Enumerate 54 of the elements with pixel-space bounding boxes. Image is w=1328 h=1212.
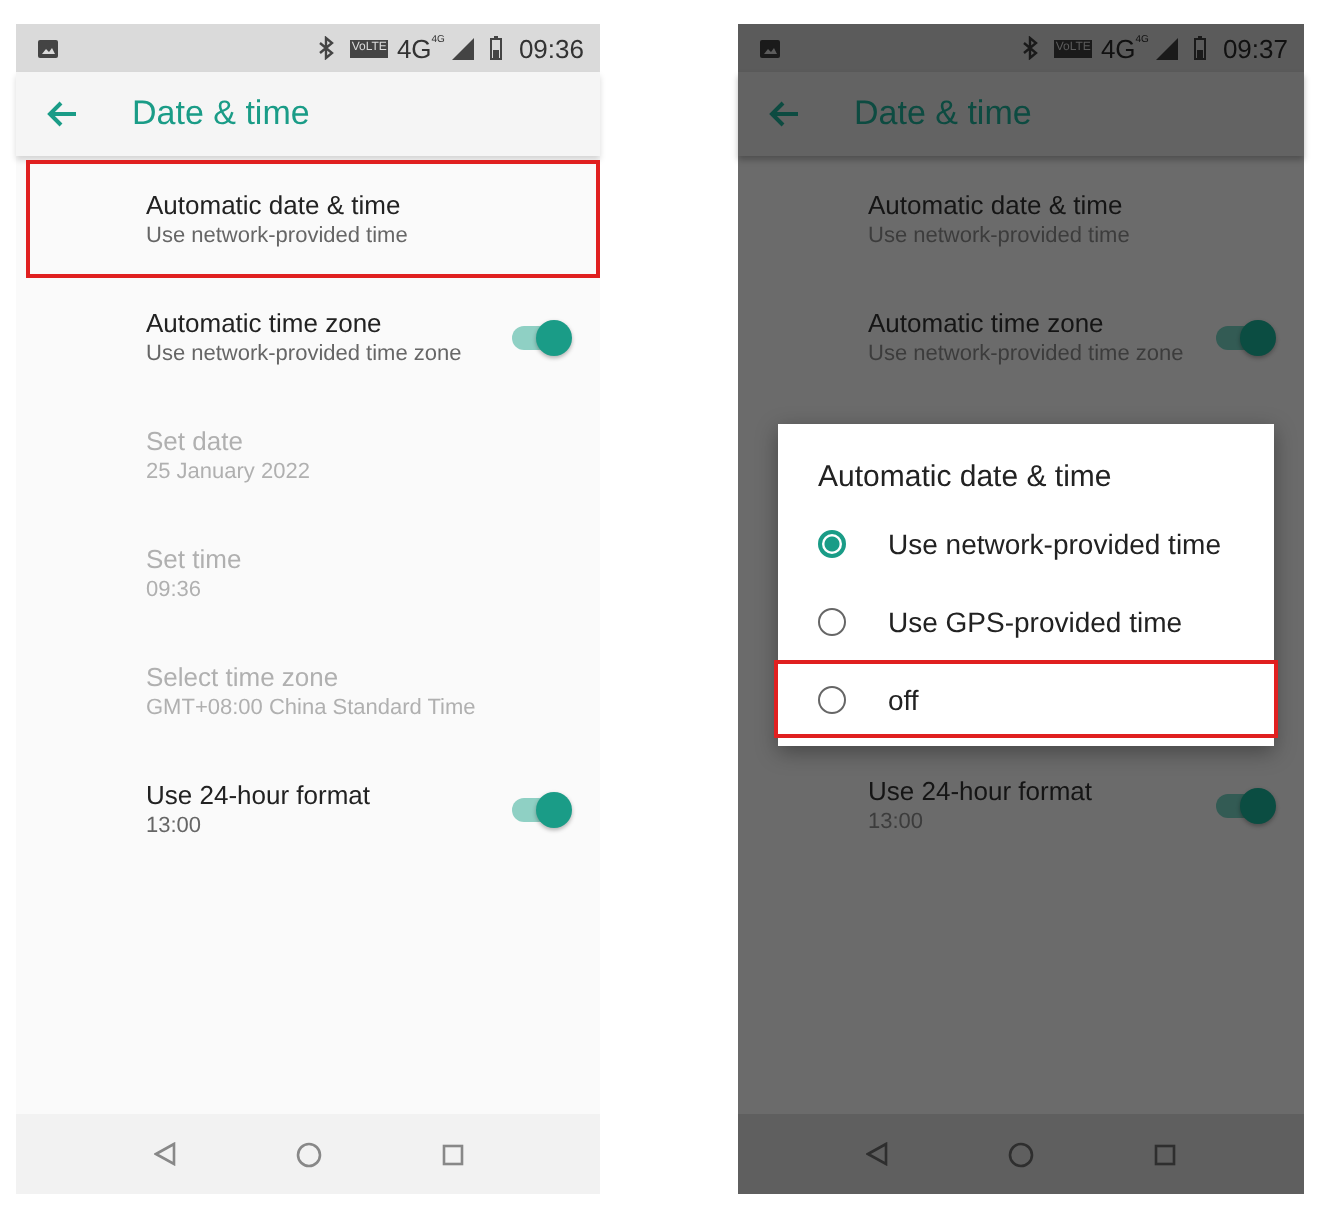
option-label: Use network-provided time	[888, 527, 1222, 559]
setting-title: Automatic date & time	[868, 187, 1125, 221]
radio-button[interactable]	[818, 685, 846, 713]
image-icon	[38, 39, 58, 57]
radio-button[interactable]	[818, 607, 846, 635]
setting-summary: 13:00	[146, 811, 204, 841]
home-circle-icon	[295, 1141, 321, 1167]
option-label: Use GPS-provided time	[888, 605, 1183, 637]
setting-title: Use 24-hour format	[868, 773, 1094, 807]
setting-title: Use 24-hour format	[146, 777, 372, 811]
setting-summary: 09:36	[146, 575, 204, 605]
toggle-switch[interactable]	[1216, 793, 1272, 817]
setting-title: Automatic date & time	[146, 187, 403, 221]
toggle-switch[interactable]	[512, 325, 568, 349]
settings-row[interactable]: Automatic date & time Use network-provided time	[26, 160, 600, 278]
setting-title: Automatic time zone	[868, 305, 1106, 339]
network-label: 4G	[1100, 33, 1136, 63]
dialog-title: Automatic date & time	[816, 460, 1114, 498]
screen-title: Date & time	[132, 94, 310, 134]
square-icon	[441, 1143, 463, 1165]
home-circle-icon	[1008, 1141, 1034, 1167]
battery-icon	[490, 36, 503, 60]
toggle-switch[interactable]	[1216, 325, 1272, 349]
bluetooth-icon	[317, 36, 334, 60]
setting-summary: 25 January 2022	[146, 457, 312, 487]
battery-icon	[1194, 36, 1207, 60]
radio-option[interactable]: Use GPS-provided time	[774, 582, 1278, 660]
radio-option[interactable]: Use network-provided time	[774, 504, 1278, 582]
option-label: off	[888, 683, 919, 715]
back-triangle-icon	[866, 1142, 888, 1166]
setting-title: Select time zone	[146, 659, 341, 693]
settings-row[interactable]: Use 24-hour format 13:00	[26, 750, 600, 868]
setting-title: Automatic time zone	[146, 305, 384, 339]
setting-summary: Use network-provided time zone	[146, 339, 464, 369]
setting-summary: GMT+08:00 China Standard Time	[146, 693, 478, 723]
setting-summary: Use network-provided time	[146, 221, 410, 251]
radio-button[interactable]	[818, 529, 846, 557]
image-icon	[760, 39, 780, 57]
setting-title: Set time	[146, 541, 244, 575]
signal-icon	[1156, 37, 1179, 59]
setting-title: Set date	[146, 423, 245, 457]
signal-icon	[452, 37, 475, 59]
status-time: 09:36	[518, 33, 584, 63]
screen-title: Date & time	[854, 94, 1032, 134]
status-time: 09:37	[1222, 33, 1288, 63]
settings-row[interactable]: Automatic time zone Use network-provided time zone	[26, 278, 600, 396]
back-button[interactable]	[768, 100, 800, 128]
back-triangle-icon	[153, 1142, 175, 1166]
square-icon	[1154, 1143, 1176, 1165]
back-button[interactable]	[46, 100, 78, 128]
bluetooth-icon	[1021, 36, 1038, 60]
radio-option[interactable]: off	[774, 660, 1278, 738]
toggle-switch[interactable]	[512, 797, 568, 821]
network-label: 4G	[396, 33, 432, 63]
